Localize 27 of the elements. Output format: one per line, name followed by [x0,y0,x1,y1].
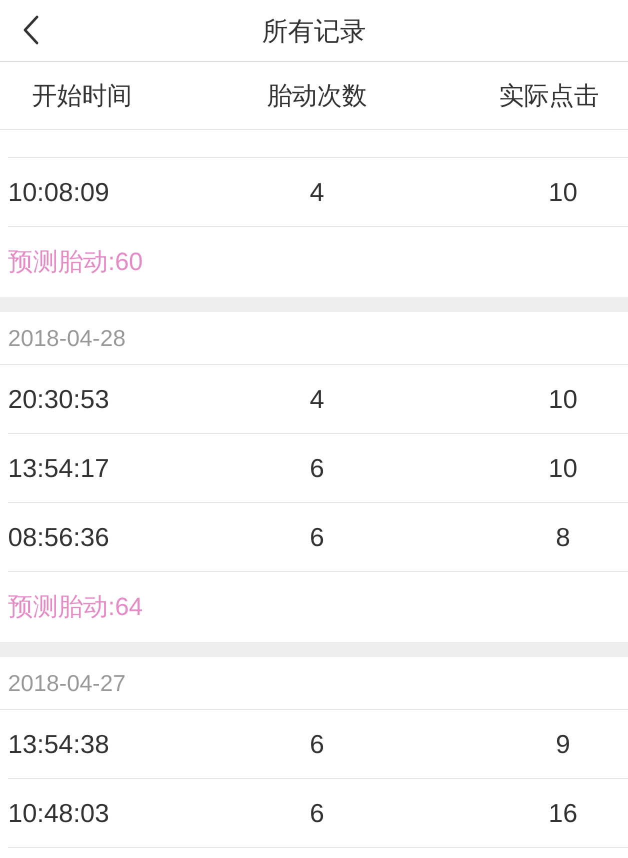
back-chevron-icon [23,15,39,45]
start-time-cell: 10:48:03 [8,797,110,829]
kick-count-cell: 6 [310,797,324,829]
click-count-cell: 10 [548,176,578,208]
click-count-cell: 9 [556,728,570,760]
kick-count-cell: 6 [310,452,324,484]
date-label: 2018-04-27 [8,669,126,697]
start-time-cell: 20:30:53 [8,383,110,415]
kick-count-cell: 6 [310,728,324,760]
column-header: 胎动次数 [267,80,367,112]
kick-count-cell: 4 [310,176,324,208]
column-header: 实际点击 [499,80,599,112]
date-label: 2018-04-28 [8,324,126,352]
start-time-cell: 08:56:36 [8,521,110,553]
page-title: 所有记录 [262,14,366,46]
click-count-cell: 10 [548,383,578,415]
start-time-cell: 10:08:09 [8,176,110,208]
start-time-cell: 13:54:38 [8,728,110,760]
prediction-text: 预测胎动:64 [8,592,143,623]
prediction-text: 预测胎动:60 [8,247,143,278]
kick-count-cell: 4 [310,383,324,415]
click-count-cell: 8 [556,521,570,553]
column-header: 开始时间 [32,80,132,112]
click-count-cell: 10 [548,452,578,484]
click-count-cell: 16 [548,797,578,829]
start-time-cell: 13:54:17 [8,452,110,484]
kick-count-cell: 6 [310,521,324,553]
